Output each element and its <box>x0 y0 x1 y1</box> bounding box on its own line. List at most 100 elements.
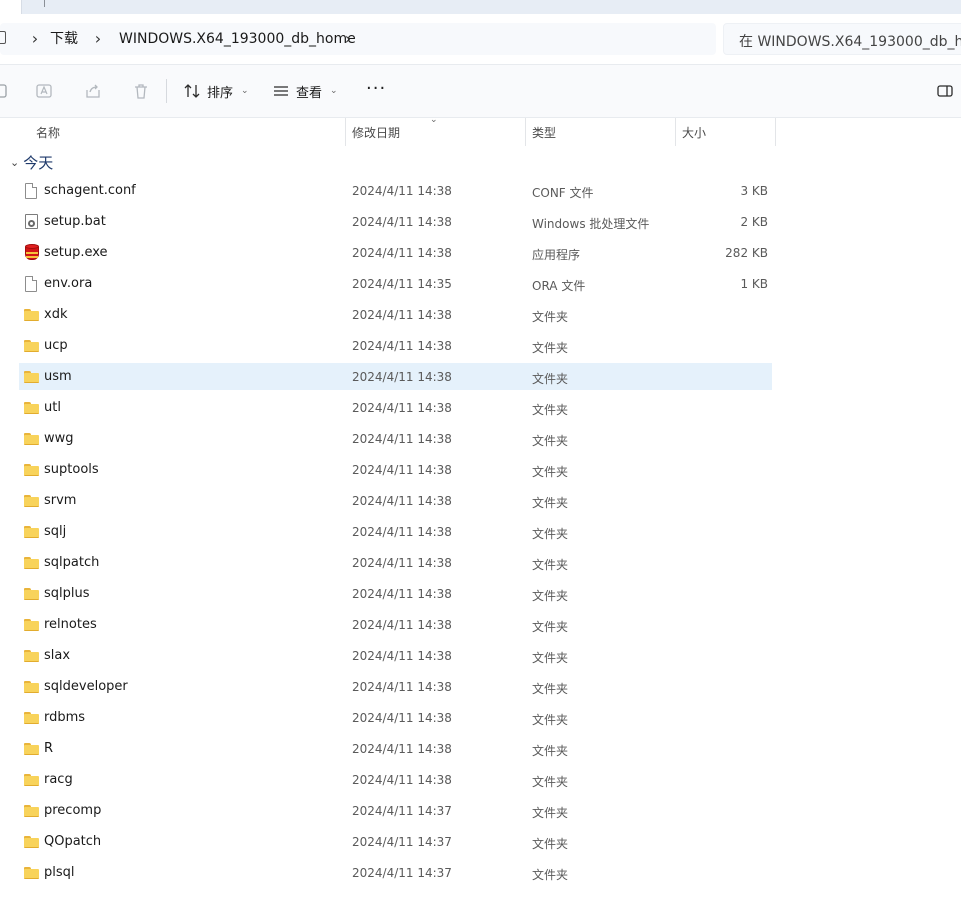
file-row[interactable]: sqlpatch 2024/4/11 14:38 文件夹 <box>0 549 961 580</box>
file-name: wwg <box>44 431 74 446</box>
file-row[interactable]: utl 2024/4/11 14:38 文件夹 <box>0 394 961 425</box>
folder-icon <box>24 619 39 631</box>
address-bar[interactable] <box>0 23 716 55</box>
file-type: 文件夹 <box>532 589 569 603</box>
search-input[interactable]: 在 WINDOWS.X64_193000_db_home <box>723 23 961 55</box>
column-divider[interactable] <box>675 118 676 146</box>
database-installer-icon <box>24 244 40 261</box>
this-pc-icon <box>0 31 6 44</box>
file-size: 3 KB <box>740 184 768 198</box>
view-button[interactable]: 查看 ⌄ <box>272 79 338 103</box>
file-row[interactable]: setup.bat 2024/4/11 14:38 Windows 批处理文件 2 K… <box>0 208 961 239</box>
file-name: relnotes <box>44 617 97 632</box>
file-row[interactable]: xdk 2024/4/11 14:38 文件夹 <box>0 301 961 332</box>
file-type: Windows 批处理文件 <box>532 217 650 231</box>
breadcrumb-chevron-icon[interactable]: › <box>28 29 42 49</box>
file-name: sqlj <box>44 524 67 539</box>
file-row[interactable]: sqlplus 2024/4/11 14:38 文件夹 <box>0 580 961 611</box>
sort-indicator-icon: ⌄ <box>430 115 438 125</box>
file-name: sqlplus <box>44 586 90 601</box>
file-row[interactable]: plsql 2024/4/11 14:37 文件夹 <box>0 859 961 890</box>
column-header-size[interactable]: 大小 <box>682 124 706 141</box>
file-type: 文件夹 <box>532 744 569 758</box>
file-date-modified: 2024/4/11 14:38 <box>352 618 452 632</box>
breadcrumb-chevron-icon[interactable]: › <box>91 29 105 49</box>
column-header-name[interactable]: 名称 <box>36 124 60 141</box>
delete-icon[interactable] <box>132 82 150 100</box>
details-pane-icon[interactable] <box>936 82 954 100</box>
folder-icon <box>24 774 39 786</box>
file-row[interactable]: schagent.conf 2024/4/11 14:38 CONF 文件 3 KB <box>0 177 961 208</box>
file-row[interactable]: sqldeveloper 2024/4/11 14:38 文件夹 <box>0 673 961 704</box>
column-divider[interactable] <box>345 118 346 146</box>
folder-icon <box>24 557 39 569</box>
file-row[interactable]: env.ora 2024/4/11 14:35 ORA 文件 1 KB <box>0 270 961 301</box>
file-name: suptools <box>44 462 99 477</box>
file-name: setup.bat <box>44 214 106 229</box>
file-row[interactable]: QOpatch 2024/4/11 14:37 文件夹 <box>0 828 961 859</box>
file-row[interactable]: racg 2024/4/11 14:38 文件夹 <box>0 766 961 797</box>
file-row[interactable]: wwg 2024/4/11 14:38 文件夹 <box>0 425 961 456</box>
file-name: utl <box>44 400 61 415</box>
file-date-modified: 2024/4/11 14:38 <box>352 711 452 725</box>
file-size: 282 KB <box>725 246 768 260</box>
file-row[interactable]: suptools 2024/4/11 14:38 文件夹 <box>0 456 961 487</box>
folder-icon <box>24 309 39 321</box>
file-type: 文件夹 <box>532 496 569 510</box>
file-row[interactable]: setup.exe 2024/4/11 14:38 应用程序 282 KB <box>0 239 961 270</box>
column-header-type[interactable]: 类型 <box>532 124 556 141</box>
breadcrumb-chevron-icon[interactable]: › <box>341 29 355 49</box>
file-row[interactable]: R 2024/4/11 14:38 文件夹 <box>0 735 961 766</box>
file-date-modified: 2024/4/11 14:35 <box>352 277 452 291</box>
rename-icon[interactable] <box>35 82 53 100</box>
file-row[interactable]: slax 2024/4/11 14:38 文件夹 <box>0 642 961 673</box>
more-options-button[interactable]: ··· <box>366 79 386 99</box>
batch-file-icon <box>25 214 38 229</box>
file-name: srvm <box>44 493 77 508</box>
file-row[interactable]: ucp 2024/4/11 14:38 文件夹 <box>0 332 961 363</box>
share-icon[interactable] <box>84 82 102 100</box>
breadcrumb-current-folder[interactable]: WINDOWS.X64_193000_db_home <box>119 29 356 49</box>
file-date-modified: 2024/4/11 14:38 <box>352 556 452 570</box>
new-icon[interactable] <box>0 82 10 100</box>
file-name: slax <box>44 648 71 663</box>
file-name: schagent.conf <box>44 183 136 198</box>
file-type: 文件夹 <box>532 837 569 851</box>
file-date-modified: 2024/4/11 14:38 <box>352 370 452 384</box>
file-row[interactable]: rdbms 2024/4/11 14:38 文件夹 <box>0 704 961 735</box>
column-header-date[interactable]: 修改日期 <box>352 124 400 141</box>
sort-button[interactable]: 排序 ⌄ <box>183 79 249 103</box>
folder-icon <box>24 402 39 414</box>
file-name: sqldeveloper <box>44 679 128 694</box>
file-type: 文件夹 <box>532 403 569 417</box>
file-type: ORA 文件 <box>532 279 586 293</box>
chevron-down-icon: ⌄ <box>10 155 20 169</box>
breadcrumb-downloads[interactable]: 下载 <box>50 29 78 49</box>
file-type: 文件夹 <box>532 806 569 820</box>
file-type: 文件夹 <box>532 558 569 572</box>
file-type: CONF 文件 <box>532 186 594 200</box>
file-row[interactable]: srvm 2024/4/11 14:38 文件夹 <box>0 487 961 518</box>
file-type: 文件夹 <box>532 651 569 665</box>
file-row[interactable]: precomp 2024/4/11 14:37 文件夹 <box>0 797 961 828</box>
active-tab[interactable] <box>0 0 22 14</box>
file-type: 文件夹 <box>532 682 569 696</box>
file-date-modified: 2024/4/11 14:37 <box>352 804 452 818</box>
column-divider[interactable] <box>775 118 776 146</box>
folder-icon <box>24 712 39 724</box>
file-name: env.ora <box>44 276 93 291</box>
folder-icon <box>24 650 39 662</box>
file-date-modified: 2024/4/11 14:38 <box>352 432 452 446</box>
address-row: › 下载 › WINDOWS.X64_193000_db_home › 在 WI… <box>0 14 961 64</box>
folder-icon <box>24 464 39 476</box>
new-tab-button[interactable] <box>44 0 45 7</box>
column-divider[interactable] <box>525 118 526 146</box>
column-header-row: 名称 ⌄ 修改日期 类型 大小 <box>0 115 961 146</box>
file-name: plsql <box>44 865 75 880</box>
file-name: QOpatch <box>44 834 102 849</box>
view-icon <box>274 86 288 96</box>
file-row[interactable]: sqlj 2024/4/11 14:38 文件夹 <box>0 518 961 549</box>
file-row[interactable]: relnotes 2024/4/11 14:38 文件夹 <box>0 611 961 642</box>
group-header-today[interactable]: ⌄ 今天 <box>10 151 53 173</box>
file-row[interactable]: usm 2024/4/11 14:38 文件夹 <box>0 363 961 394</box>
